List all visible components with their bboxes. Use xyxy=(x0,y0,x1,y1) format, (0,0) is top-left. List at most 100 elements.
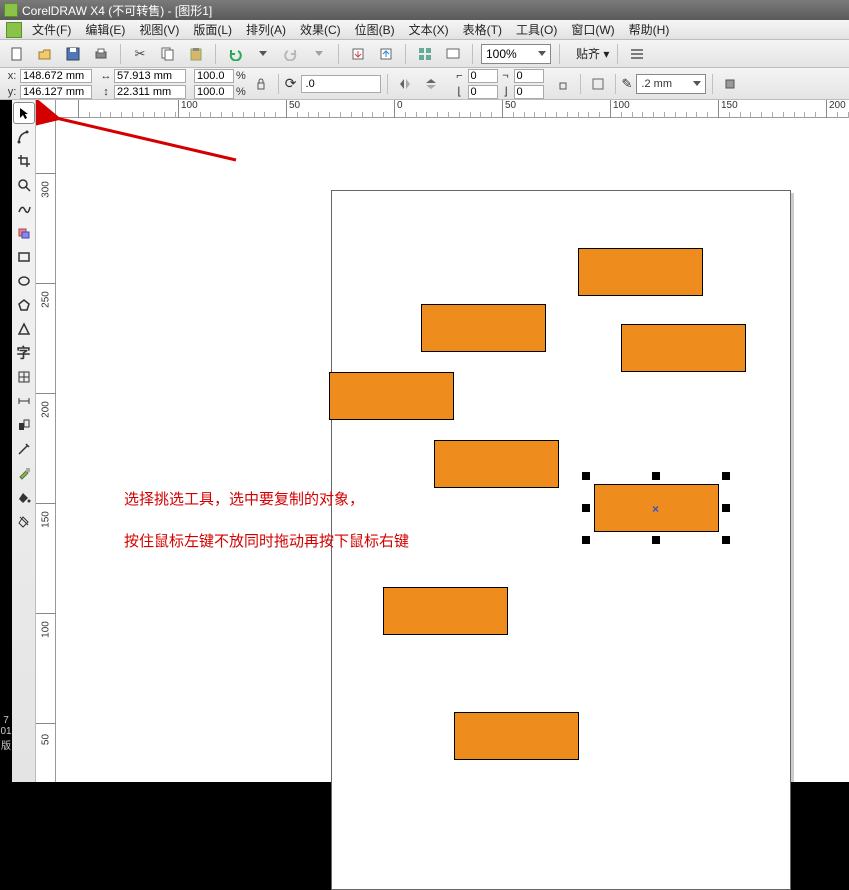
new-button[interactable] xyxy=(6,43,28,65)
menu-arrange[interactable]: 排列(A) xyxy=(246,21,286,38)
wrap-text-button[interactable] xyxy=(587,73,609,95)
snap-dropdown[interactable]: 贴齐 ▾ xyxy=(576,45,609,62)
sel-handle-n[interactable] xyxy=(652,472,660,480)
undo-dropdown[interactable] xyxy=(252,43,274,65)
shape-rect[interactable] xyxy=(621,324,746,372)
lock-ratio-button[interactable] xyxy=(250,73,272,95)
scale-y-input[interactable] xyxy=(194,85,234,99)
redo-dropdown[interactable] xyxy=(308,43,330,65)
menu-layout[interactable]: 版面(L) xyxy=(193,21,232,38)
dimension-tool[interactable] xyxy=(13,390,35,412)
left-black-strip: 7 01 版 xyxy=(0,100,12,782)
y-label: y: xyxy=(6,86,18,98)
outline-width-combo[interactable]: .2 mm xyxy=(636,74,706,94)
mirror-h-button[interactable] xyxy=(394,73,416,95)
paste-button[interactable] xyxy=(185,43,207,65)
pick-tool[interactable] xyxy=(13,102,35,124)
shape-rect[interactable] xyxy=(578,248,703,296)
corner-bl-input[interactable] xyxy=(468,85,498,99)
welcome-button[interactable] xyxy=(442,43,464,65)
selected-object[interactable]: × xyxy=(594,484,719,532)
annotation-arrow xyxy=(36,100,266,190)
menu-edit[interactable]: 编辑(E) xyxy=(85,21,125,38)
text-tool[interactable]: 字 xyxy=(13,342,35,364)
import-button[interactable] xyxy=(347,43,369,65)
menu-tools[interactable]: 工具(O) xyxy=(516,21,557,38)
shape-tool[interactable] xyxy=(13,126,35,148)
sel-handle-se[interactable] xyxy=(722,536,730,544)
table-tool[interactable] xyxy=(13,366,35,388)
basic-shapes-tool[interactable] xyxy=(13,318,35,340)
save-button[interactable] xyxy=(62,43,84,65)
undo-button[interactable] xyxy=(224,43,246,65)
corner-tl-input[interactable] xyxy=(468,69,498,83)
height-input[interactable] xyxy=(114,85,186,99)
cut-button[interactable]: ✂ xyxy=(129,43,151,65)
size-block: ↔ ↕ xyxy=(100,69,186,99)
redo-button[interactable] xyxy=(280,43,302,65)
annotation-line2: 按住鼠标左键不放同时拖动再按下鼠标右键 xyxy=(124,530,409,551)
x-input[interactable] xyxy=(20,69,92,83)
shape-rect[interactable] xyxy=(383,587,508,635)
menu-bar: 文件(F) 编辑(E) 视图(V) 版面(L) 排列(A) 效果(C) 位图(B… xyxy=(0,20,849,40)
width-input[interactable] xyxy=(114,69,186,83)
eyedropper-tool[interactable] xyxy=(13,438,35,460)
print-button[interactable] xyxy=(90,43,112,65)
crop-tool[interactable] xyxy=(13,150,35,172)
vertical-ruler[interactable]: 30025020015010050 xyxy=(36,118,56,782)
ellipse-tool[interactable] xyxy=(13,270,35,292)
interactive-tool[interactable] xyxy=(13,414,35,436)
shape-rect[interactable] xyxy=(434,440,559,488)
smart-fill-tool[interactable] xyxy=(13,222,35,244)
zoom-combo[interactable]: 100% xyxy=(481,44,551,64)
outline-pen-icon: ✎ xyxy=(622,76,633,92)
app-launcher-button[interactable] xyxy=(414,43,436,65)
sel-handle-sw[interactable] xyxy=(582,536,590,544)
menu-window[interactable]: 窗口(W) xyxy=(571,21,614,38)
sel-handle-nw[interactable] xyxy=(582,472,590,480)
sel-handle-s[interactable] xyxy=(652,536,660,544)
chevron-down-icon xyxy=(538,51,546,56)
width-icon: ↔ xyxy=(100,70,112,82)
sel-handle-e[interactable] xyxy=(722,504,730,512)
height-icon: ↕ xyxy=(100,86,112,98)
menu-bitmap[interactable]: 位图(B) xyxy=(355,21,395,38)
sel-handle-ne[interactable] xyxy=(722,472,730,480)
chevron-down-icon xyxy=(693,81,701,86)
polygon-tool[interactable] xyxy=(13,294,35,316)
to-front-button[interactable] xyxy=(719,73,741,95)
options-button[interactable] xyxy=(626,43,648,65)
round-corners-lock[interactable] xyxy=(552,73,574,95)
canvas-area[interactable]: 10050050100150200 30025020015010050 × xyxy=(36,100,849,782)
menu-text[interactable]: 文本(X) xyxy=(409,21,449,38)
title-bar: CorelDRAW X4 (不可转售) - [图形1] xyxy=(0,0,849,20)
y-input[interactable] xyxy=(20,85,92,99)
shape-rect[interactable] xyxy=(421,304,546,352)
corner-br-input[interactable] xyxy=(514,85,544,99)
system-icon[interactable] xyxy=(6,22,22,38)
freehand-tool[interactable] xyxy=(13,198,35,220)
shape-rect[interactable] xyxy=(454,712,579,760)
shape-rect[interactable] xyxy=(329,372,454,420)
corner-tr-input[interactable] xyxy=(514,69,544,83)
menu-file[interactable]: 文件(F) xyxy=(32,21,71,38)
copy-button[interactable] xyxy=(157,43,179,65)
sel-handle-w[interactable] xyxy=(582,504,590,512)
menu-view[interactable]: 视图(V) xyxy=(139,21,179,38)
workspace: 7 01 版 字 10050050100150200 3002502001501… xyxy=(0,100,849,782)
interactive-fill-tool[interactable] xyxy=(13,510,35,532)
open-button[interactable] xyxy=(34,43,56,65)
outline-tool[interactable] xyxy=(13,462,35,484)
menu-help[interactable]: 帮助(H) xyxy=(629,21,670,38)
fill-tool[interactable] xyxy=(13,486,35,508)
export-button[interactable] xyxy=(375,43,397,65)
menu-effects[interactable]: 效果(C) xyxy=(300,21,341,38)
rotation-input[interactable] xyxy=(301,75,381,93)
outline-width-value: .2 mm xyxy=(641,78,672,90)
zoom-tool[interactable] xyxy=(13,174,35,196)
scale-x-input[interactable] xyxy=(194,69,234,83)
menu-table[interactable]: 表格(T) xyxy=(463,21,502,38)
rectangle-tool[interactable] xyxy=(13,246,35,268)
mirror-v-button[interactable] xyxy=(420,73,442,95)
position-block: x: y: xyxy=(6,69,92,99)
